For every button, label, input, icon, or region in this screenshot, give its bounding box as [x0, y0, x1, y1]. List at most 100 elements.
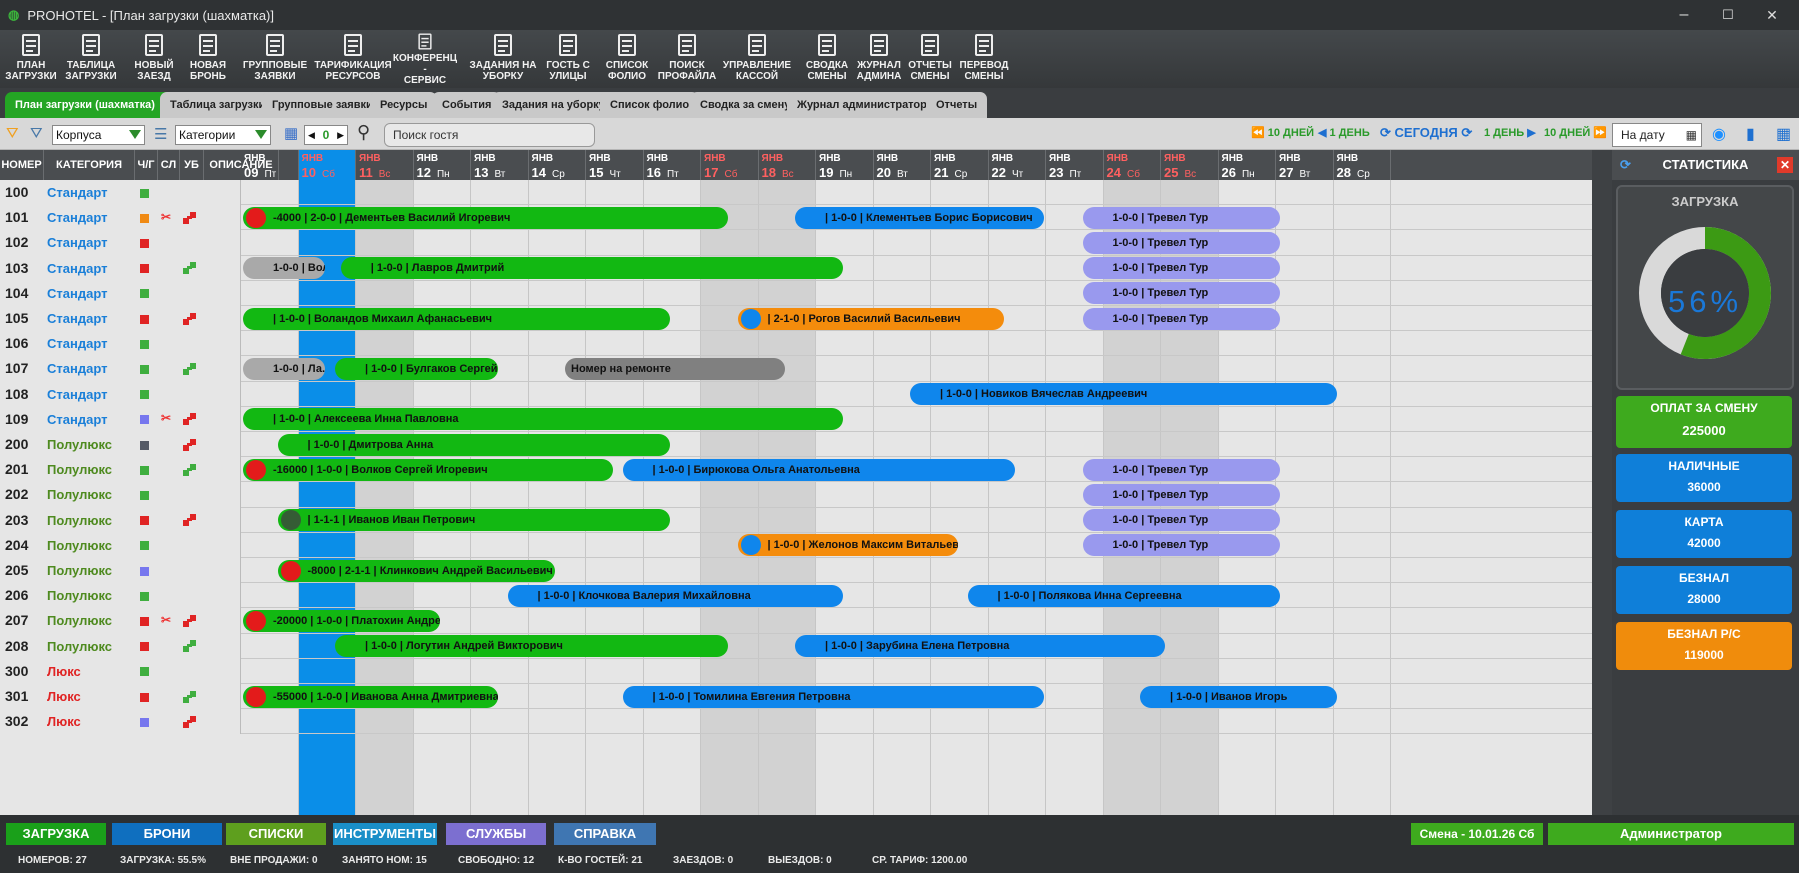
day-header-14[interactable]: ЯНВ 14 Ср [529, 150, 586, 180]
booking-bar[interactable]: -55000 | 1-0-0 | Иванова Анна Дмитриевна [243, 685, 498, 708]
housekeeping-icon[interactable] [183, 312, 197, 325]
booking-bar[interactable]: 1-0-0 | Ла... [243, 357, 326, 381]
forward-10-days-button[interactable]: 10 ДНЕЙ ⏩ [1544, 126, 1607, 139]
room-number[interactable]: 204 [0, 532, 44, 558]
ribbon-newcheckin-button[interactable]: НОВЫЙ ЗАЕЗД [132, 32, 176, 86]
housekeeping-icon[interactable] [183, 262, 197, 275]
day-header-24[interactable]: ЯНВ 24 Сб [1104, 150, 1161, 180]
cleaning-status-icon[interactable] [140, 390, 149, 400]
housekeeping-icon[interactable] [183, 438, 197, 451]
ribbon-transfer-button[interactable]: ПЕРЕВОД СМЕНЫ [960, 32, 1008, 86]
cleaning-status-icon[interactable] [140, 415, 149, 425]
booking-bar[interactable]: -16000 | 1-0-0 | Волков Сергей Игоревич [243, 458, 613, 481]
housekeeping-icon[interactable] [183, 640, 197, 653]
booking-bar[interactable]: | 1-0-0 | Дмитрова Анна [277, 433, 671, 456]
col-category[interactable]: КАТЕГОРИЯ [44, 150, 135, 180]
room-category[interactable]: Стандарт [44, 205, 134, 231]
booking-bar[interactable]: 1-0-0 | Тревел Тур [1082, 509, 1280, 532]
ribbon-folio-button[interactable]: СПИСОК ФОЛИО [604, 32, 650, 86]
ribbon-group-button[interactable]: ГРУППОВЫЕ ЗАЯВКИ [243, 32, 307, 86]
room-category[interactable]: Стандарт [44, 381, 134, 407]
room-category[interactable]: Люкс [44, 709, 134, 735]
col-number[interactable]: НОМЕР [0, 150, 44, 180]
calendar-view-icon[interactable]: ▦ [1776, 124, 1791, 144]
housekeeping-icon[interactable] [183, 715, 197, 728]
day-header-21[interactable]: ЯНВ 21 Ср [931, 150, 989, 180]
cleaning-status-icon[interactable] [140, 667, 149, 677]
ribbon-cash-button[interactable]: УПРАВЛЕНИЕ КАССОЙ [723, 32, 791, 86]
day-header-28[interactable]: ЯНВ 28 Ср [1334, 150, 1391, 180]
room-category[interactable]: Стандарт [44, 230, 134, 256]
today-button[interactable]: ⟳ СЕГОДНЯ ⟳ [1380, 125, 1472, 141]
housekeeping-icon[interactable] [183, 614, 197, 627]
room-category[interactable]: Полулюкс [44, 583, 134, 609]
day-header-18[interactable]: ЯНВ 18 Вс [759, 150, 816, 180]
close-window-button[interactable]: ✕ [1750, 0, 1794, 30]
day-header-17[interactable]: ЯНВ 17 Сб [701, 150, 759, 180]
building-select[interactable]: Корпуса [52, 125, 145, 145]
booking-bar[interactable]: | 1-0-0 | Иванов Игорь [1140, 685, 1338, 708]
housekeeping-icon[interactable] [183, 413, 197, 426]
day-header-20[interactable]: ЯНВ 20 Вт [874, 150, 931, 180]
room-category[interactable]: Полулюкс [44, 608, 134, 634]
goto-date-input[interactable]: На дату ▦ [1612, 123, 1702, 147]
booking-bar[interactable]: | 1-0-0 | Желонов Максим Витальевич [737, 534, 958, 557]
room-category[interactable]: Полулюкс [44, 432, 134, 458]
booking-bar[interactable]: 1-0-0 | Тревел Тур [1082, 257, 1280, 280]
room-number[interactable]: 100 [0, 180, 44, 206]
close-stats-icon[interactable]: ✕ [1777, 157, 1793, 173]
cleaning-status-icon[interactable] [140, 566, 149, 576]
tab-6[interactable]: Список фолио [600, 92, 700, 118]
building-filter-icon[interactable]: ⛛ [30, 125, 43, 142]
lists-nav-button[interactable]: СПИСКИ [226, 823, 326, 845]
room-number[interactable]: 104 [0, 280, 44, 306]
booking-bar[interactable]: | 1-0-0 | Воландов Михаил Афанасьевич [243, 307, 671, 330]
cleaning-status-icon[interactable] [140, 692, 149, 702]
room-number[interactable]: 202 [0, 482, 44, 508]
booking-bar[interactable]: 1-0-0 | Вол... [243, 257, 326, 280]
forward-1-day-button[interactable]: 1 ДЕНЬ ▶ [1484, 126, 1536, 139]
tab-7[interactable]: Сводка за смену [690, 92, 801, 118]
room-category[interactable]: Люкс [44, 658, 134, 684]
cleaning-status-icon[interactable] [140, 642, 149, 652]
booking-bar[interactable]: | 1-0-0 | Зарубина Елена Петровна [795, 635, 1165, 658]
cleaning-status-icon[interactable] [140, 490, 149, 500]
cleaning-status-icon[interactable] [140, 339, 149, 349]
booking-bar[interactable]: 1-0-0 | Тревел Тур [1082, 534, 1280, 557]
room-number[interactable]: 105 [0, 306, 44, 332]
day-header-09[interactable]: ЯНВ 09 Пт [241, 150, 299, 180]
room-number[interactable]: 206 [0, 583, 44, 609]
day-header-11[interactable]: ЯНВ 11 Вс [356, 150, 414, 180]
room-category[interactable]: Стандарт [44, 331, 134, 357]
tab-9[interactable]: Отчеты [926, 92, 988, 118]
room-number[interactable]: 200 [0, 432, 44, 458]
day-header-10[interactable]: ЯНВ 10 Сб [298, 150, 356, 180]
booking-bar[interactable]: | 1-0-0 | Алексеева Инна Павловна [243, 408, 843, 431]
booking-bar[interactable]: | 2-1-0 | Рогов Василий Васильевич [737, 307, 1004, 330]
tab-5[interactable]: Задания на уборку [492, 92, 615, 118]
tab-2[interactable]: Групповые заявки [262, 92, 383, 118]
room-number[interactable]: 108 [0, 381, 44, 407]
filter-icon[interactable]: ⛛ [6, 125, 19, 142]
room-number[interactable]: 106 [0, 331, 44, 357]
cleaning-status-icon[interactable] [140, 364, 149, 374]
day-stepper[interactable]: ◀ 0 ▶ [304, 125, 348, 145]
cleaning-status-icon[interactable] [140, 516, 149, 526]
housekeeping-icon[interactable] [183, 463, 197, 476]
booking-bar[interactable]: 1-0-0 | Тревел Тур [1082, 206, 1280, 229]
housekeeping-icon[interactable] [183, 362, 197, 375]
booking-bar[interactable]: | 1-0-0 | Логутин Андрей Викторович [335, 635, 728, 658]
housekeeping-icon[interactable] [183, 514, 197, 527]
minimize-button[interactable]: – [1662, 0, 1706, 30]
day-header-12[interactable]: ЯНВ 12 Пн [414, 150, 471, 180]
ribbon-table-button[interactable]: ТАБЛИЦА ЗАГРУЗКИ [64, 32, 118, 86]
help-nav-button[interactable]: СПРАВКА [554, 823, 656, 845]
cleaning-status-icon[interactable] [140, 465, 149, 475]
room-category[interactable]: Полулюкс [44, 457, 134, 483]
ribbon-newbooking-button[interactable]: НОВАЯ БРОНЬ [186, 32, 230, 86]
booking-bar[interactable]: | 1-0-0 | Клочкова Валерия Михайловна [507, 584, 843, 607]
booking-bar[interactable]: 1-0-0 | Тревел Тур [1082, 458, 1280, 481]
cleaning-status-icon[interactable] [140, 238, 149, 248]
day-header-26[interactable]: ЯНВ 26 Пн [1219, 150, 1276, 180]
booking-bar[interactable]: | 1-1-1 | Иванов Иван Петрович [277, 509, 671, 532]
